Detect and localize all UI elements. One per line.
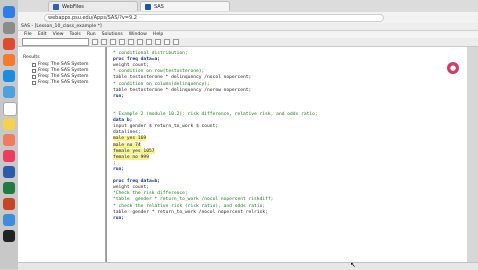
help-icon[interactable]: [173, 39, 179, 45]
code-line[interactable]: run;: [113, 94, 124, 99]
firefox-icon[interactable]: [3, 54, 15, 66]
tab-webfiles[interactable]: WebFiles: [48, 1, 138, 11]
code-line[interactable]: male yes 169: [113, 136, 147, 142]
appstore-icon[interactable]: [3, 214, 15, 226]
folder-icon: [32, 80, 36, 85]
tab-label: SAS: [154, 3, 164, 10]
code-line[interactable]: * conditional distribution;: [113, 51, 188, 56]
code-line[interactable]: table gender * return_to_work /nocol nop…: [113, 210, 268, 215]
photos-icon[interactable]: [3, 134, 15, 146]
menu-tools[interactable]: Tools: [70, 32, 81, 37]
folder-icon: [32, 74, 36, 79]
code-line[interactable]: ;: [113, 161, 116, 166]
launchpad-icon[interactable]: [3, 22, 15, 34]
menu-run[interactable]: Run: [87, 32, 96, 37]
webfiles-icon: [53, 3, 59, 10]
word-icon[interactable]: [3, 166, 15, 178]
record-icon[interactable]: ●: [447, 62, 459, 74]
results-root[interactable]: Results: [23, 55, 40, 60]
results-item[interactable]: Freq: The SAS System: [32, 74, 89, 79]
menu-help[interactable]: Help: [153, 32, 163, 37]
powerpoint-icon[interactable]: [3, 198, 15, 210]
results-item[interactable]: Freq: The SAS System: [32, 62, 89, 67]
copy-icon[interactable]: [137, 39, 143, 45]
code-line[interactable]: * condition on column(delinquency);: [113, 82, 210, 87]
sas-toolbar: [18, 38, 478, 47]
code-line[interactable]: table testosterone * delinquency /norow …: [113, 88, 251, 93]
code-line[interactable]: run;: [113, 216, 124, 221]
code-line[interactable]: male no 74: [113, 142, 141, 148]
chrome-icon[interactable]: [3, 38, 15, 50]
dock: [0, 0, 19, 269]
print-icon[interactable]: [119, 39, 125, 45]
code-editor[interactable]: * conditional distribution; proc freq dat…: [106, 47, 467, 266]
code-line[interactable]: input gender $ return_to_work $ count;: [113, 124, 218, 129]
results-item[interactable]: Freq: The SAS System: [32, 80, 89, 85]
open-icon[interactable]: [101, 39, 107, 45]
stop-icon[interactable]: [164, 39, 170, 45]
terminal-icon[interactable]: [3, 230, 15, 242]
safari-icon[interactable]: [3, 70, 15, 82]
code-line[interactable]: * Example 2 (module 10.2): risk differen…: [113, 112, 318, 117]
menu-window[interactable]: Window: [129, 32, 147, 37]
code-line[interactable]: run;: [113, 167, 124, 172]
music-icon[interactable]: [3, 150, 15, 162]
menu-view[interactable]: View: [53, 32, 64, 37]
code-line[interactable]: data b;: [113, 118, 132, 123]
paste-icon[interactable]: [146, 39, 152, 45]
sas-menubar: File Edit View Tools Run Solutions Windo…: [18, 31, 478, 38]
code-line[interactable]: female no 999: [113, 154, 149, 160]
results-item[interactable]: Freq: The SAS System: [32, 68, 89, 73]
code-line[interactable]: weight count;: [113, 63, 149, 68]
mouse-cursor-icon: ↖: [350, 261, 356, 269]
mail-icon[interactable]: [3, 86, 15, 98]
code-line[interactable]: table testosterone * delinquency /nocol …: [113, 75, 251, 80]
code-line[interactable]: weight count;: [113, 185, 149, 190]
menu-solutions[interactable]: Solutions: [102, 32, 123, 37]
run-icon[interactable]: [155, 39, 161, 45]
finder-icon[interactable]: [3, 6, 15, 18]
new-icon[interactable]: [92, 39, 98, 45]
code-line[interactable]: proc freq data=a;: [113, 57, 160, 62]
cut-icon[interactable]: [128, 39, 134, 45]
code-line[interactable]: female yes 1057: [113, 148, 155, 154]
code-line[interactable]: * check the relative risk (risk ratio), …: [113, 204, 265, 209]
code-line[interactable]: * condition on row(testosterone);: [113, 69, 204, 74]
tab-label: WebFiles: [62, 3, 84, 10]
menu-file[interactable]: File: [24, 32, 32, 37]
notes-icon[interactable]: [3, 118, 15, 130]
sas-window-title: SAS - [Lesson_10_class_example *]: [18, 23, 478, 31]
code-line[interactable]: *Check the risk difference;: [113, 191, 188, 196]
calendar-icon[interactable]: [3, 102, 17, 116]
folder-icon: [32, 62, 36, 67]
save-icon[interactable]: [110, 39, 116, 45]
code-line[interactable]: *table gender * return_to_work /nocol no…: [113, 197, 273, 202]
results-panel: Results Freq: The SAS System Freq: The S…: [18, 47, 106, 266]
command-box[interactable]: [22, 38, 89, 46]
tab-sas[interactable]: SAS: [140, 1, 230, 11]
menu-edit[interactable]: Edit: [38, 32, 47, 37]
code-line[interactable]: datalines;: [113, 130, 141, 135]
code-line[interactable]: proc freq data=b;: [113, 179, 160, 184]
excel-icon[interactable]: [3, 182, 15, 194]
folder-icon: [32, 68, 36, 73]
url-field[interactable]: webapps.psu.edu/Apps/SAS/?v=9.2: [44, 13, 384, 22]
sas-icon: [145, 3, 151, 10]
